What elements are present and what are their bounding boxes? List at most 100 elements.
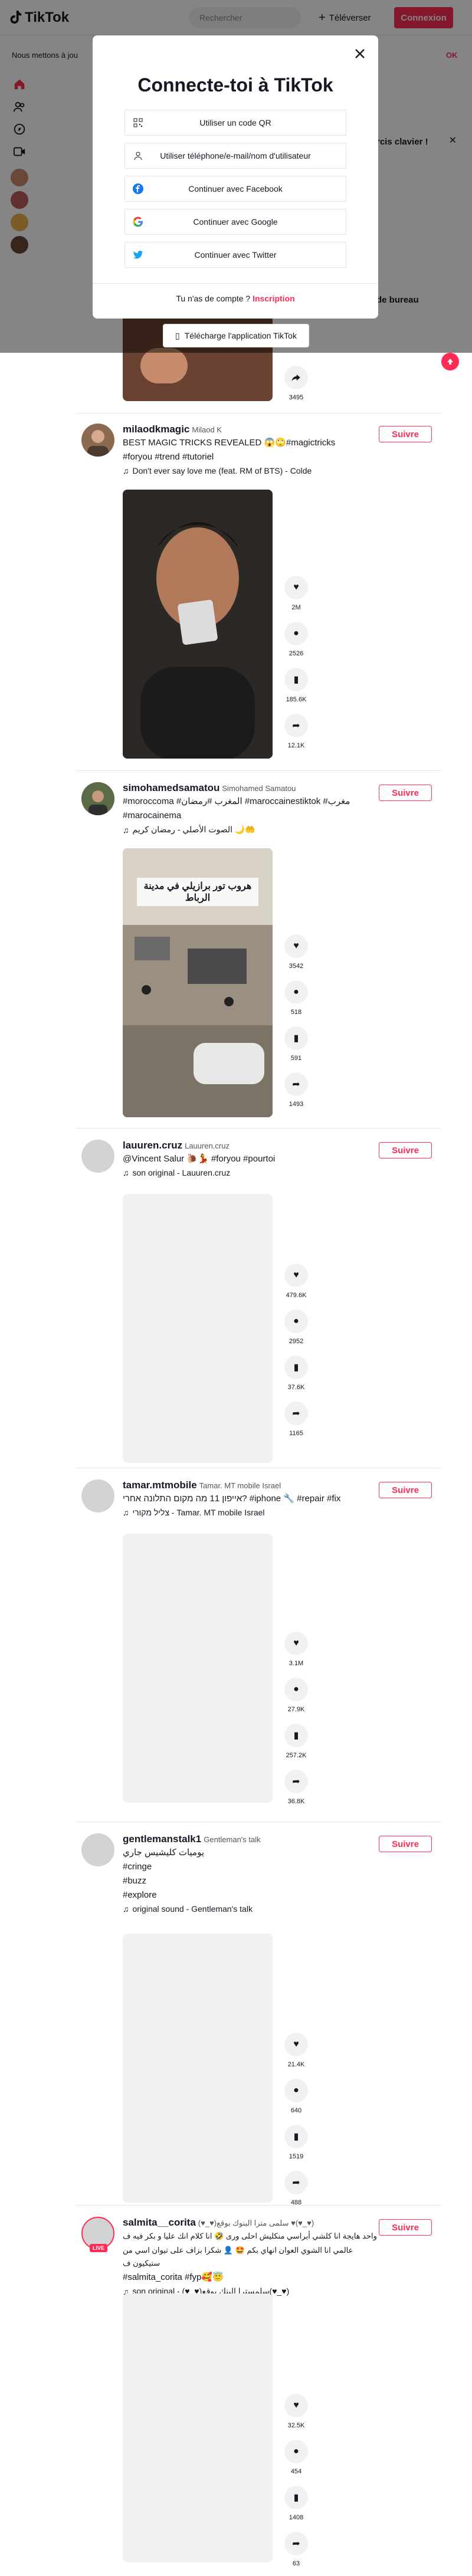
share-action[interactable]: ➦ 36.8K: [282, 1770, 310, 1805]
author-avatar[interactable]: [81, 424, 114, 457]
follow-button[interactable]: Suivre: [379, 2219, 432, 2236]
music-title: original sound - Gentleman's talk: [132, 1904, 253, 1914]
login-option-google[interactable]: Continuer avec Google: [124, 209, 346, 235]
login-modal: Connecte-toi à TikTok Utiliser un code Q…: [93, 35, 378, 319]
video-player[interactable]: [123, 490, 273, 759]
comment-action[interactable]: ● 27.9K: [282, 1678, 310, 1713]
post-desc-line[interactable]: #cringe: [123, 1860, 382, 1873]
share-action[interactable]: ➦ 1493: [282, 1072, 310, 1108]
save-action[interactable]: ▮ 1408: [282, 2486, 310, 2521]
follow-button[interactable]: Suivre: [379, 426, 432, 442]
author-username[interactable]: tamar.mtmobile: [123, 1479, 197, 1491]
author-username[interactable]: gentlemanstalk1: [123, 1833, 201, 1845]
author-username[interactable]: lauuren.cruz: [123, 1140, 182, 1151]
login-option-facebook[interactable]: Continuer avec Facebook: [124, 176, 346, 202]
comment-icon: ●: [284, 1678, 308, 1701]
share-action[interactable]: ➦ 1165: [282, 1402, 310, 1437]
music-link[interactable]: ♫ الصوت الأصلي - رمضان كريم 🌙🤲: [123, 825, 382, 835]
music-title: الصوت الأصلي - رمضان كريم 🌙🤲: [132, 825, 255, 834]
follow-button[interactable]: Suivre: [379, 1142, 432, 1159]
save-action[interactable]: ▮ 257.2K: [282, 1724, 310, 1759]
close-icon[interactable]: [351, 45, 369, 63]
scroll-top-button[interactable]: [441, 353, 459, 370]
author-avatar[interactable]: [81, 1140, 114, 1173]
comment-count: 518: [290, 1009, 302, 1016]
music-link[interactable]: ♫ original sound - Gentleman's talk: [123, 1904, 382, 1914]
comment-count: 640: [290, 2107, 302, 2114]
author-avatar[interactable]: [81, 1833, 114, 1866]
post-header: simohamedsamatou Simohamed Samatou #moroc…: [123, 782, 382, 835]
feed-item: LIVE salmita__corita (♥_♥)سلمى مترا البنو…: [76, 2217, 441, 2571]
post-desc-line[interactable]: #explore: [123, 1889, 382, 1902]
like-action[interactable]: ♥ 3542: [282, 934, 310, 970]
music-link[interactable]: ♫ Don't ever say love me (feat. RM of BTS…: [123, 466, 382, 475]
video-player[interactable]: [123, 1534, 273, 1803]
author-avatar[interactable]: [81, 782, 114, 815]
like-action[interactable]: ♥ 32.5K: [282, 2394, 310, 2429]
author-nickname: (♥_♥)سلمى مترا البنوك بوقع ♥(♥_♥): [198, 2219, 314, 2227]
user-icon: [132, 150, 144, 162]
save-action[interactable]: ▮ 591: [282, 1026, 310, 1062]
follow-button[interactable]: Suivre: [379, 785, 432, 801]
share-icon: ➦: [284, 1770, 308, 1793]
video-frame: [123, 490, 273, 759]
download-app-button[interactable]: ▯ Télécharge l'application TikTok: [163, 324, 309, 347]
video-caption-overlay: هروب تور برازيلي في مدينة الرباط: [137, 878, 258, 906]
post-desc-line: يوميات كليشيس جاري: [123, 1847, 205, 1858]
login-option-qr[interactable]: Utiliser un code QR: [124, 110, 346, 136]
follow-button[interactable]: Suivre: [379, 1482, 432, 1498]
author-username[interactable]: milaodkmagic: [123, 424, 189, 435]
bookmark-icon: ▮: [284, 1356, 308, 1379]
music-link[interactable]: ♫ צליל מקורי - Tamar. MT mobile Israel: [123, 1508, 382, 1517]
save-action[interactable]: ▮ 1519: [282, 2125, 310, 2160]
music-link[interactable]: ♫ son original - Lauuren.cruz: [123, 1168, 382, 1177]
like-count: 2M: [291, 604, 301, 611]
comment-action[interactable]: ● 518: [282, 980, 310, 1016]
save-count: 1519: [289, 2153, 304, 2160]
bookmark-icon: ▮: [284, 668, 308, 691]
like-count: 3542: [289, 963, 304, 970]
heart-icon: ♥: [284, 1632, 308, 1655]
phone-icon: ▯: [175, 330, 180, 340]
post-desc-line[interactable]: #moroccoma #المغرب #رمضان #maroccainesti…: [123, 795, 382, 808]
comment-action[interactable]: ● 2952: [282, 1310, 310, 1345]
bookmark-icon: ▮: [284, 2486, 308, 2509]
video-player[interactable]: هروب تور برازيلي في مدينة الرباط: [123, 848, 273, 1117]
save-action[interactable]: ▮ 37.6K: [282, 1356, 310, 1391]
video-player[interactable]: [123, 2293, 273, 2562]
like-action[interactable]: ♥ 479.6K: [282, 1264, 310, 1299]
feed-item: tamar.mtmobile Tamar. MT mobile Israel אי…: [76, 1479, 441, 1810]
author-username[interactable]: salmita__corita: [123, 2217, 196, 2228]
save-action[interactable]: ▮ 185.6K: [282, 668, 310, 703]
feed-item: lauuren.cruz Lauuren.cruz @Vincent Salur …: [76, 1140, 441, 1470]
like-count: 21.4K: [287, 2061, 305, 2068]
live-badge: LIVE: [90, 2244, 107, 2252]
twitter-icon: [132, 249, 144, 261]
post-desc-line[interactable]: #salmita_corita #fyp🥰😇: [123, 2271, 382, 2284]
login-option-twitter[interactable]: Continuer avec Twitter: [124, 242, 346, 268]
share-action[interactable]: ➦ 12.1K: [282, 714, 310, 749]
share-count: 12.1K: [287, 742, 305, 749]
author-avatar[interactable]: [81, 1479, 114, 1512]
author-username[interactable]: simohamedsamatou: [123, 782, 219, 793]
post-desc-line[interactable]: #buzz: [123, 1875, 382, 1888]
share-action[interactable]: ➦ 63: [282, 2532, 310, 2567]
feed-item: gentlemanstalk1 Gentleman's talk يوميات ك…: [76, 1833, 441, 2206]
login-option-phone-email[interactable]: Utiliser téléphone/e-mail/nom d'utilisat…: [124, 143, 346, 169]
comment-action[interactable]: ● 640: [282, 2079, 310, 2114]
share-action[interactable]: ➦ 488: [282, 2171, 310, 2206]
signup-link[interactable]: Inscription: [253, 294, 295, 303]
post-header: tamar.mtmobile Tamar. MT mobile Israel אי…: [123, 1479, 382, 1517]
video-player[interactable]: [123, 1934, 273, 2203]
comment-action[interactable]: ● 454: [282, 2440, 310, 2475]
comment-icon: ●: [284, 622, 308, 645]
comment-action[interactable]: ● 2526: [282, 622, 310, 657]
like-action[interactable]: ♥ 2M: [282, 576, 310, 611]
post-desc-line[interactable]: #foryou #trend #tutoriel: [123, 451, 382, 464]
share-action[interactable]: 3495: [282, 366, 310, 401]
follow-button[interactable]: Suivre: [379, 1836, 432, 1852]
video-player[interactable]: [123, 1194, 273, 1463]
post-desc-line[interactable]: #marocainema: [123, 809, 382, 822]
like-action[interactable]: ♥ 3.1M: [282, 1632, 310, 1667]
like-action[interactable]: ♥ 21.4K: [282, 2033, 310, 2068]
